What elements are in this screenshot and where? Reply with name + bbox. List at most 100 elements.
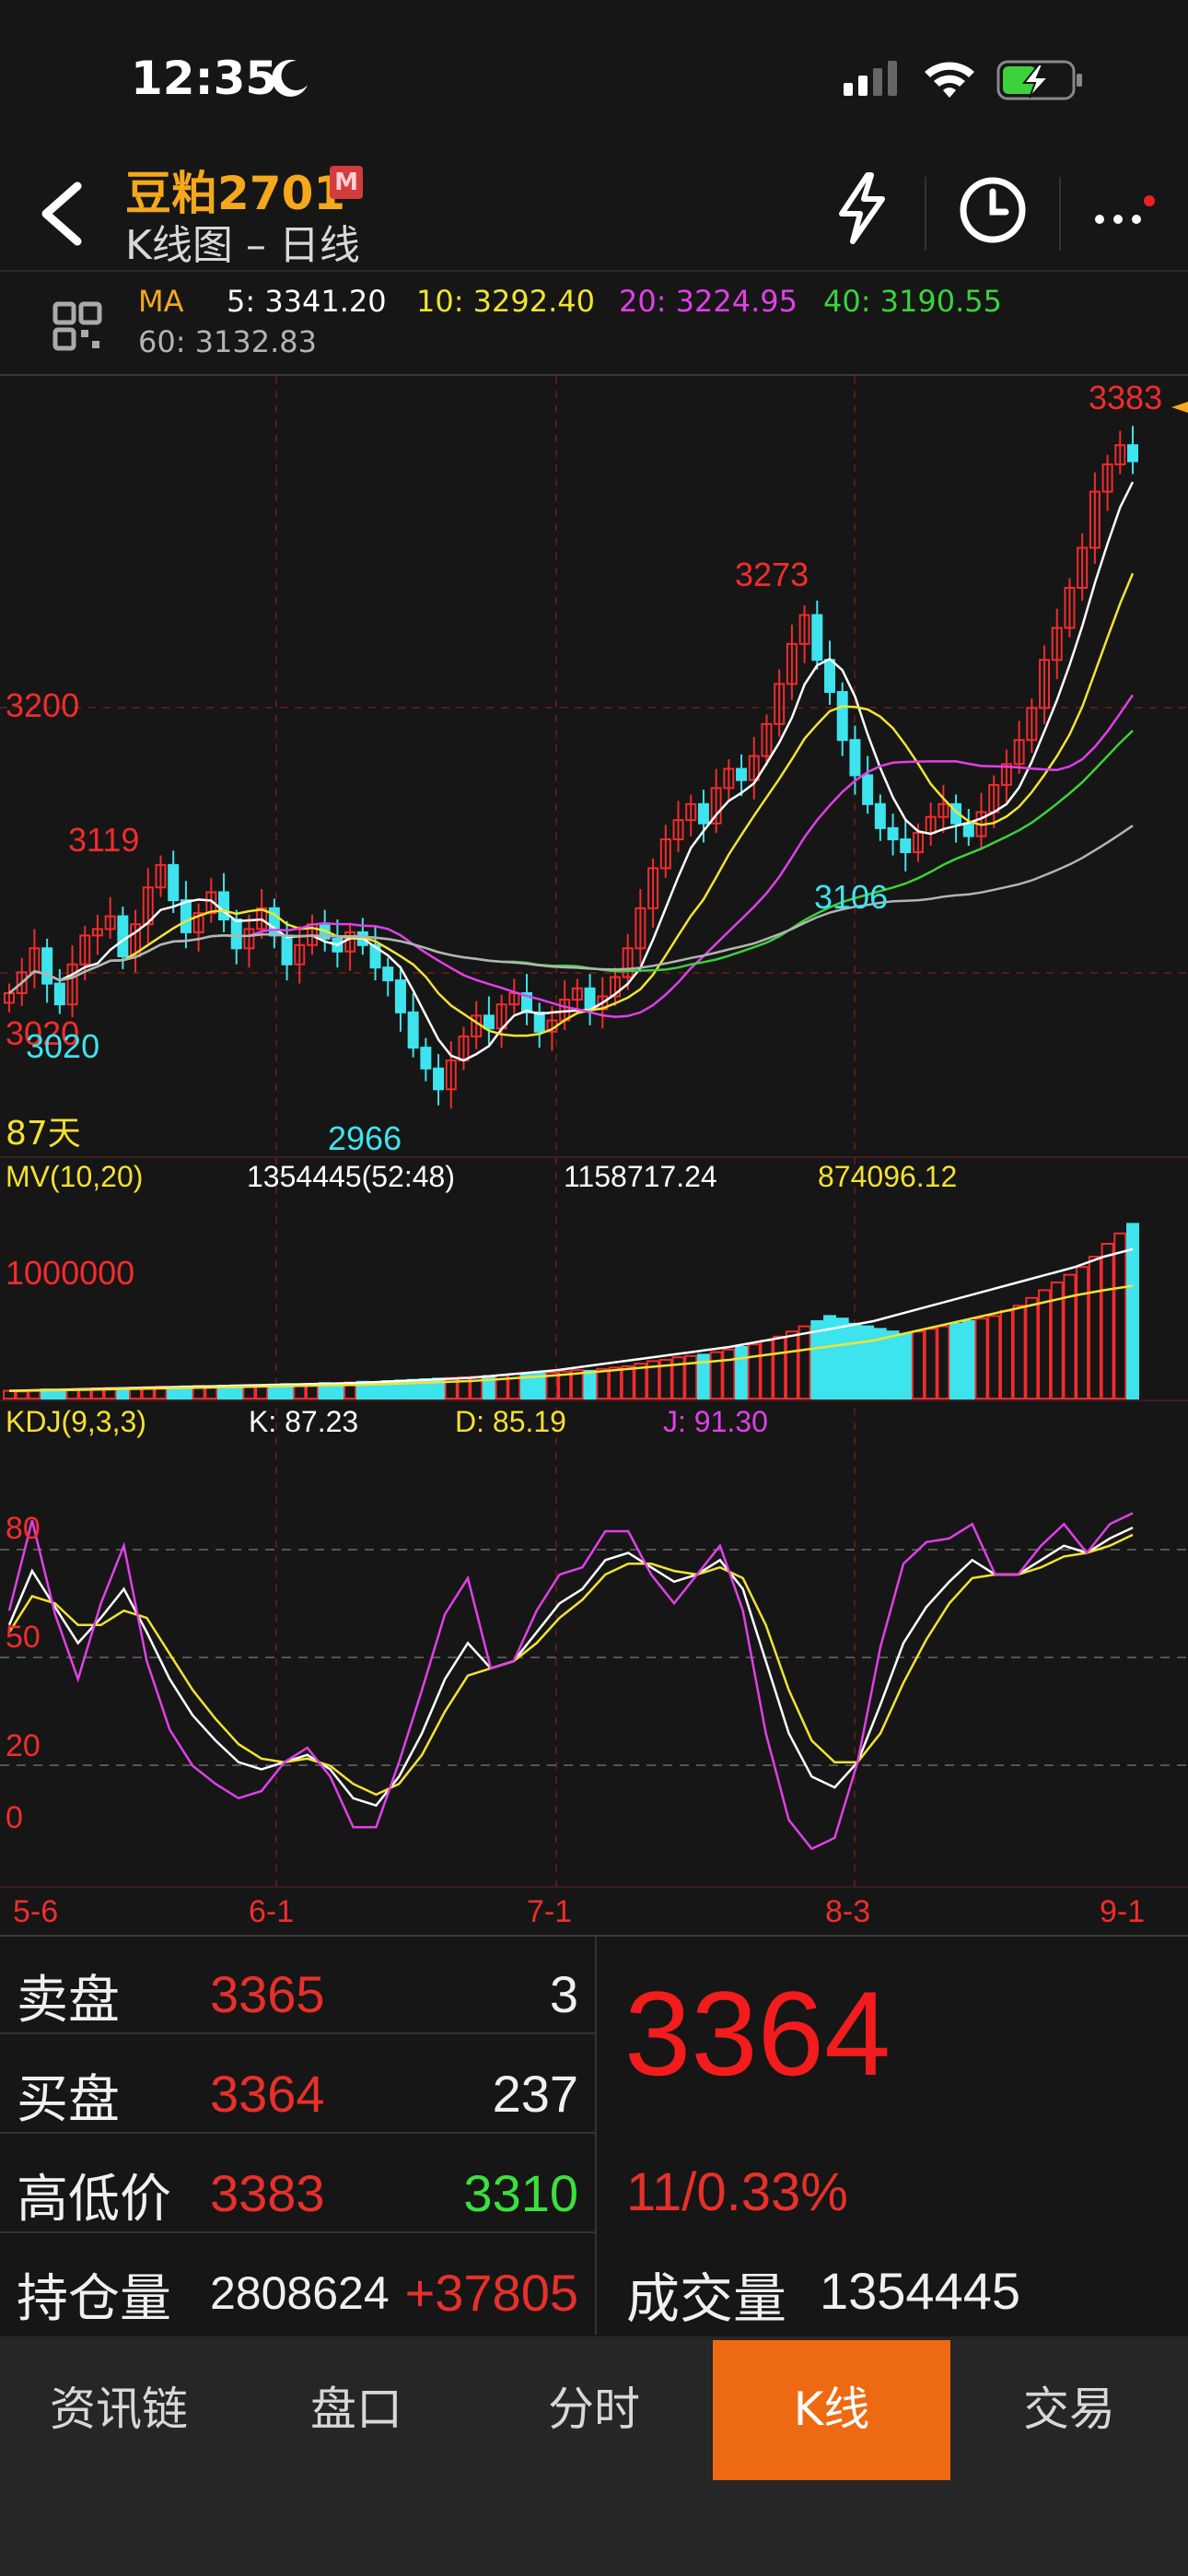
volume-bar [1088, 1256, 1101, 1399]
vol-value: 1354445(52:48) [247, 1160, 455, 1193]
candle-body [962, 822, 974, 837]
price-level-label: 3200 [6, 686, 79, 724]
wifi-icon [925, 62, 974, 98]
volume-bar [747, 1343, 761, 1399]
candle-body [824, 659, 836, 694]
volume-bar [999, 1309, 1013, 1399]
candle-body [533, 1011, 545, 1033]
volume-bar [1101, 1243, 1114, 1399]
ask-price: 3365 [210, 1965, 325, 2023]
high-low-row: 高低价 3383 3310 [0, 2136, 595, 2233]
candle-body [887, 826, 899, 841]
candle-body [811, 614, 823, 662]
candles-group [4, 426, 1138, 1109]
volume-bar [835, 1317, 849, 1400]
bid-row: 买盘 3364 237 [0, 2036, 595, 2134]
x-tick-label: 5-6 [13, 1894, 58, 1929]
clock-icon[interactable] [956, 173, 1030, 247]
volume-bar [886, 1330, 900, 1399]
low-label: 2966 [328, 1119, 402, 1157]
volume-bar [1012, 1305, 1026, 1400]
price-marker-icon [1171, 402, 1188, 413]
vol-ma10: 1158717.24 [564, 1160, 717, 1193]
vol-axis-label: 1000000 [6, 1254, 134, 1292]
kdj-j-line [7, 1512, 1134, 1851]
volume-bar [911, 1330, 925, 1399]
header: 豆粕2701 M K线图 – 日线 [0, 157, 1188, 272]
vol-ma20: 874096.12 [818, 1160, 957, 1193]
ma40-line [8, 730, 1134, 994]
volume-bar [15, 1390, 29, 1400]
volume-bar [773, 1335, 786, 1400]
volume-value: 1354445 [820, 2262, 1021, 2320]
volume-bar [735, 1346, 749, 1399]
candle-body [230, 919, 242, 950]
candle-body [900, 838, 912, 853]
days-label: 87天 [6, 1115, 81, 1153]
ma10-value: 10: 3292.40 [416, 284, 595, 319]
volume-bar [1025, 1296, 1039, 1399]
kdj-50: 50 [6, 1620, 41, 1655]
signal-icon [844, 61, 897, 96]
kdj-title: KDJ(9,3,3) [6, 1405, 146, 1438]
back-arrow-icon[interactable] [33, 177, 88, 251]
high-price: 3383 [210, 2164, 325, 2222]
volume-bar [937, 1325, 950, 1399]
vol-title: MV(10,20) [6, 1160, 143, 1193]
ask-qty: 3 [549, 1965, 578, 2023]
status-bar: 12:35 [0, 0, 1188, 157]
battery-charging-icon [996, 60, 1082, 100]
high-low-label: 高低价 [17, 2170, 171, 2230]
candle-body [874, 802, 886, 829]
candle-body [736, 767, 748, 781]
volume-bar [924, 1328, 938, 1400]
candle-body [862, 774, 874, 805]
ma-legend: MA 5: 3341.20 10: 3292.40 20: 3224.95 40… [0, 273, 1188, 376]
chart-subtitle[interactable]: K线图 – 日线 [125, 212, 360, 271]
quote-panel: 卖盘 3365 3 买盘 3364 237 高低价 3383 3310 持仓量 … [0, 1935, 1188, 2335]
volume-bar [987, 1315, 1001, 1400]
ma-title: MA [138, 284, 184, 319]
candle-body [394, 979, 406, 1013]
kdj-20: 20 [6, 1728, 41, 1763]
quote-divider [595, 1937, 597, 2335]
exchange-badge: M [330, 166, 363, 199]
kdj-k: K: 87.23 [249, 1405, 358, 1438]
volume-bar [583, 1369, 597, 1400]
price-change: 11/0.33% [626, 2162, 848, 2222]
chart-grid [0, 376, 1188, 1888]
open-interest-row: 持仓量 2808624 +37805 [0, 2235, 595, 2333]
more-icon[interactable] [1090, 195, 1155, 232]
tab-trade[interactable]: 交易 [950, 2340, 1188, 2480]
qr-grid-icon[interactable] [52, 300, 103, 352]
volume-bar [1076, 1266, 1089, 1400]
candle-body [180, 899, 192, 933]
x-tick-label: 6-1 [249, 1894, 294, 1929]
tab-order-book[interactable]: 盘口 [238, 2340, 475, 2480]
tab-intraday[interactable]: 分时 [475, 2340, 713, 2480]
ma60-line [8, 825, 1134, 994]
candle-body [382, 966, 394, 982]
bid-price: 3364 [210, 2065, 325, 2123]
candle-body [117, 915, 129, 957]
tab-news-chain[interactable]: 资讯链 [0, 2340, 238, 2480]
tab-kline[interactable]: K线 [713, 2340, 950, 2480]
x-tick-label: 8-3 [825, 1894, 870, 1929]
moon-icon [272, 59, 308, 97]
ma60-value: 60: 3132.83 [138, 324, 317, 359]
volume-bar [949, 1322, 963, 1400]
kdj-80: 80 [6, 1511, 41, 1546]
candle-body [281, 934, 293, 966]
open-interest-change: +37805 [404, 2264, 578, 2322]
kline-chart[interactable]: 3200 3383 3273 3119 2966 3106 3020 3020 … [0, 376, 1188, 1935]
bid-qty: 237 [492, 2065, 578, 2123]
left2-label: 3020 [26, 1027, 99, 1065]
low2-label: 3106 [814, 878, 888, 916]
kdj-d-line [7, 1533, 1134, 1797]
candle-body [483, 1014, 495, 1030]
candle-body [420, 1047, 432, 1070]
x-tick-label: 7-1 [527, 1894, 572, 1929]
lightning-icon[interactable] [833, 171, 891, 245]
home-indicator-area [0, 2484, 1188, 2576]
candle-body [168, 863, 180, 902]
